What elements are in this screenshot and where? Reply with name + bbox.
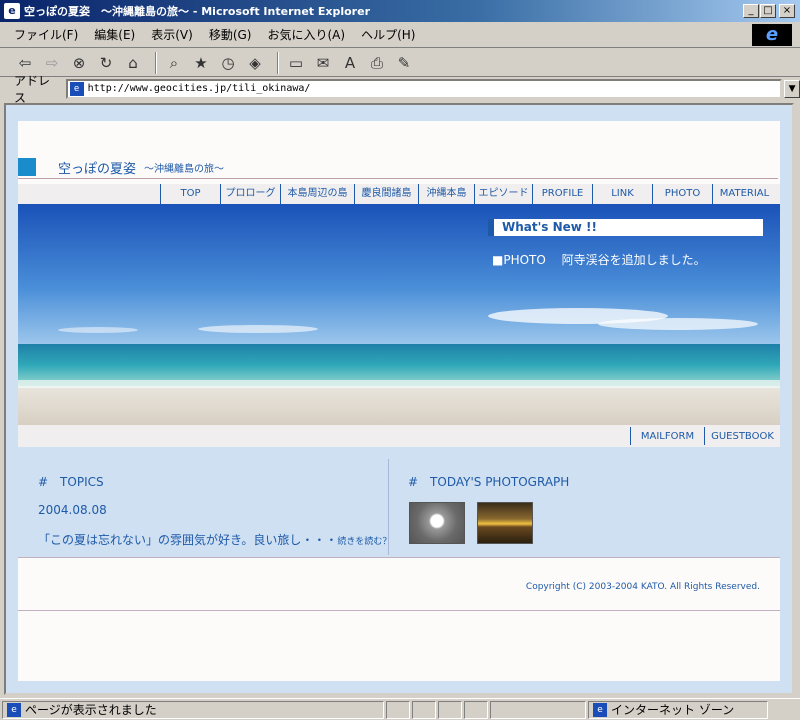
- hero-beach-image: [18, 204, 780, 425]
- browser-viewport: 空っぽの夏姿 〜沖縄離島の旅〜 TOP プロローグ 本島周辺の島 慶良間諸島 沖…: [4, 103, 794, 695]
- menu-view[interactable]: 表示(V): [151, 26, 193, 43]
- ie-logo-icon: e: [752, 24, 792, 46]
- menu-help[interactable]: ヘルプ(H): [361, 26, 415, 43]
- address-bar: アドレス e http://www.geocities.jp/tili_okin…: [0, 74, 800, 105]
- status-text-panel: e ページが表示されました: [2, 700, 384, 719]
- font-icon[interactable]: A: [339, 52, 361, 74]
- window-title: 空っぽの夏姿 〜沖縄離島の旅〜 - Microsoft Internet Exp…: [24, 5, 370, 18]
- address-url: http://www.geocities.jp/tili_okinawa/: [87, 83, 311, 94]
- status-panel: [412, 700, 436, 719]
- site-subtitle: 〜沖縄離島の旅〜: [144, 163, 225, 175]
- zone-text: インターネット ゾーン: [611, 702, 735, 717]
- nav-episode[interactable]: エピソード: [474, 184, 532, 204]
- menu-file[interactable]: ファイル(F): [14, 26, 78, 43]
- toolbar-separator: [155, 51, 157, 74]
- nav-guestbook[interactable]: GUESTBOOK: [704, 427, 780, 445]
- topics-heading: # TOPICS: [38, 475, 104, 489]
- whats-new-item[interactable]: ■PHOTO 阿寺渓谷を追加しました。: [492, 251, 706, 268]
- status-bar: e ページが表示されました e インターネット ゾーン: [0, 698, 800, 720]
- ie-page-icon: e: [4, 3, 20, 19]
- minimize-button[interactable]: _: [743, 4, 759, 18]
- nav-islands-near-main[interactable]: 本島周辺の島: [280, 184, 354, 204]
- print-icon[interactable]: ⎙: [366, 52, 388, 74]
- read-more-link[interactable]: 続きを読む？: [337, 537, 391, 547]
- menu-bar: ファイル(F) 編集(E) 表示(V) 移動(G) お気に入り(A) ヘルプ(H…: [0, 22, 800, 48]
- internet-zone-icon: e: [593, 702, 607, 717]
- refresh-icon[interactable]: ↻: [95, 52, 117, 74]
- maximize-button[interactable]: □: [760, 4, 776, 18]
- fullscreen-icon[interactable]: ▭: [285, 52, 307, 74]
- nav-link[interactable]: LINK: [592, 184, 652, 204]
- whats-new-heading: What's New !!: [488, 219, 763, 236]
- edit-icon[interactable]: ✎: [393, 52, 415, 74]
- menu-edit[interactable]: 編集(E): [94, 26, 135, 43]
- back-icon[interactable]: ⇦: [14, 52, 36, 74]
- zone-panel: e インターネット ゾーン: [588, 700, 768, 719]
- nav-kerama[interactable]: 慶良間諸島: [354, 184, 418, 204]
- photo-heading: # TODAY'S PHOTOGRAPH: [408, 475, 570, 489]
- address-dropdown-button[interactable]: ▼: [784, 80, 800, 98]
- nav-mailform[interactable]: MAILFORM: [630, 427, 704, 445]
- address-input[interactable]: e http://www.geocities.jp/tili_okinawa/: [65, 79, 783, 99]
- close-button[interactable]: ×: [779, 4, 795, 18]
- site-header: 空っぽの夏姿 〜沖縄離島の旅〜: [18, 157, 778, 177]
- nav-photo[interactable]: PHOTO: [652, 184, 712, 204]
- web-page: 空っぽの夏姿 〜沖縄離島の旅〜 TOP プロローグ 本島周辺の島 慶良間諸島 沖…: [18, 121, 780, 681]
- status-panel: [490, 700, 586, 719]
- title-bar: e 空っぽの夏姿 〜沖縄離島の旅〜 - Microsoft Internet E…: [0, 0, 800, 22]
- nav-profile[interactable]: PROFILE: [532, 184, 592, 204]
- menu-go[interactable]: 移動(G): [209, 26, 252, 43]
- photo-thumbnail[interactable]: [477, 502, 533, 544]
- forward-icon[interactable]: ⇨: [41, 52, 63, 74]
- topics-date: 2004.08.08: [38, 503, 107, 517]
- topics-text: 「この夏は忘れない」の雰囲気が好き。良い旅し・・・続きを読む？: [38, 531, 391, 548]
- history-icon[interactable]: ◷: [217, 52, 239, 74]
- page-icon: e: [69, 82, 84, 96]
- footer-divider: [18, 557, 780, 558]
- nav-okinawa-main[interactable]: 沖縄本島: [418, 184, 474, 204]
- bottom-divider: [18, 610, 780, 611]
- nav-top[interactable]: TOP: [160, 184, 220, 204]
- site-title: 空っぽの夏姿: [58, 161, 137, 177]
- photo-thumbnail[interactable]: [409, 502, 465, 544]
- channels-icon[interactable]: ◈: [244, 52, 266, 74]
- sub-nav: MAILFORM GUESTBOOK: [18, 425, 780, 447]
- nav-material[interactable]: MATERIAL: [712, 184, 776, 204]
- toolbar: ⇦ ⇨ ⊗ ↻ ⌂ ⌕ ★ ◷ ◈ ▭ ✉ A ⎙ ✎: [0, 49, 800, 77]
- status-text: ページが表示されました: [25, 702, 157, 717]
- nav-prologue[interactable]: プロローグ: [220, 184, 280, 204]
- search-icon[interactable]: ⌕: [163, 52, 185, 74]
- status-panel: [438, 700, 462, 719]
- stop-icon[interactable]: ⊗: [68, 52, 90, 74]
- topics-body-text: 「この夏は忘れない」の雰囲気が好き。良い旅し・・・: [38, 533, 338, 547]
- home-icon[interactable]: ⌂: [122, 52, 144, 74]
- mail-icon[interactable]: ✉: [312, 52, 334, 74]
- status-panel: [464, 700, 488, 719]
- main-nav: TOP プロローグ 本島周辺の島 慶良間諸島 沖縄本島 エピソード PROFIL…: [160, 184, 776, 204]
- menu-favorites[interactable]: お気に入り(A): [267, 26, 345, 43]
- status-page-icon: e: [7, 702, 21, 717]
- title-underline: [18, 177, 778, 179]
- address-label: アドレス: [14, 74, 51, 105]
- copyright: Copyright (C) 2003-2004 KATO. All Rights…: [525, 582, 760, 592]
- status-panel: [386, 700, 410, 719]
- toolbar-separator: [277, 51, 279, 74]
- title-square-icon: [18, 158, 36, 176]
- favorites-icon[interactable]: ★: [190, 52, 212, 74]
